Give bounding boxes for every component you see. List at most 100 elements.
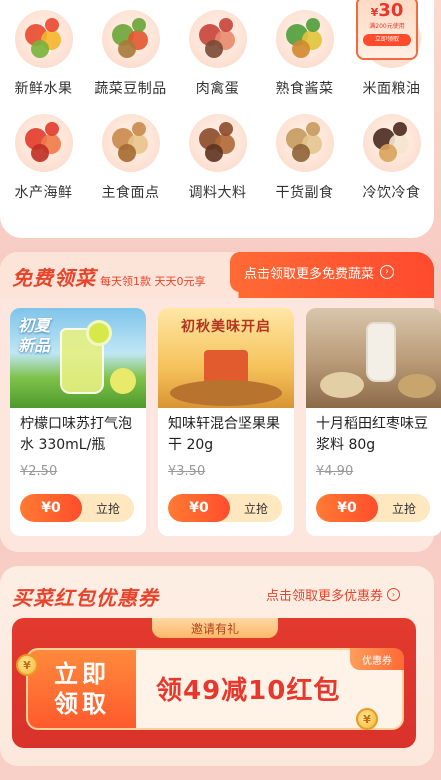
product-image: 初夏 新品	[10, 308, 146, 408]
icon-shape	[378, 144, 397, 162]
free-veg-more-link[interactable]: 点击领取更多免费蔬菜 ›	[230, 252, 434, 292]
coupon-badge: 优惠券	[350, 648, 404, 670]
bread-icon	[101, 114, 160, 172]
category-card: 新鲜水果 蔬菜豆制品 肉禽蛋 熟食酱菜 米面粮油水产海鲜 主食面点 调料大料 干货副食 冷饮冷食…	[0, 0, 434, 238]
category-label: 冷饮冷食	[362, 185, 421, 201]
icon-shape	[117, 40, 136, 58]
grab-label: 立抢	[391, 501, 416, 516]
spice-icon	[188, 114, 247, 172]
free-veg-subtitle: 每天领1款 天天0元享	[100, 275, 206, 288]
chevron-right-icon: ›	[387, 588, 401, 601]
icon-shape	[44, 122, 59, 136]
lemon-slice-shape	[86, 320, 112, 346]
free-veg-more-label: 点击领取更多免费蔬菜	[244, 266, 375, 282]
product-card[interactable]: 初秋美味开启知味轩混合坚果果干 20g ¥3.50 ¥0 立抢	[158, 308, 294, 536]
icon-shape	[305, 18, 320, 32]
claim-line-1: 立即	[54, 660, 110, 688]
icon-shape	[392, 122, 407, 136]
category-item[interactable]: 调料大料	[174, 114, 261, 202]
category-label: 调料大料	[188, 185, 247, 201]
product-image	[306, 308, 441, 408]
category-label: 肉禽蛋	[195, 81, 240, 97]
icon-shape	[305, 122, 320, 136]
vegetable-icon	[101, 10, 160, 68]
lemon-shape	[110, 368, 136, 394]
category-item[interactable]: 水产海鲜	[0, 114, 87, 202]
category-item[interactable]: 新鲜水果	[0, 10, 87, 98]
deli-icon	[275, 10, 334, 68]
category-label: 新鲜水果	[14, 81, 73, 97]
product-name: 知味轩混合坚果果干 20g	[168, 416, 280, 453]
icon-shape	[30, 40, 49, 58]
meat-icon	[188, 10, 247, 68]
icon-shape	[204, 144, 223, 162]
corner-coupon[interactable]: ¥30 满200元使用 立即领取	[356, 0, 418, 60]
original-price: ¥2.50	[20, 464, 58, 479]
product-card[interactable]: 初夏 新品柠檬口味苏打气泡水 330mL/瓶 ¥2.50 ¥0 立抢	[10, 308, 146, 536]
red-packet-offer: 领49减10红包	[156, 676, 341, 706]
bean-bowl-shape	[320, 372, 364, 398]
corner-coupon-condition: 满200元使用	[369, 23, 405, 30]
dry-goods-icon	[275, 114, 334, 172]
corner-coupon-button[interactable]: 立即领取	[363, 34, 411, 46]
coin-icon: ¥	[356, 708, 378, 730]
category-label: 主食面点	[101, 185, 160, 201]
chevron-right-icon: ›	[380, 265, 395, 279]
free-veg-title: 免费领菜	[12, 266, 96, 290]
icon-shape	[291, 40, 310, 58]
red-packet-more-label: 点击领取更多优惠券	[266, 589, 384, 604]
category-label: 干货副食	[275, 185, 334, 201]
icon-shape	[218, 122, 233, 136]
claim-line-2: 领取	[54, 690, 110, 718]
product-name: 柠檬口味苏打气泡水 330mL/瓶	[20, 416, 132, 453]
red-packet-box: 邀请有礼 立即 领取 领49减10红包 优惠券 ¥ ¥	[12, 618, 416, 748]
icon-shape	[30, 144, 49, 162]
bean-bowl-shape	[398, 374, 436, 398]
category-item[interactable]: 冷饮冷食	[348, 114, 435, 202]
sale-price: ¥0	[20, 494, 82, 522]
original-price: ¥3.50	[168, 464, 206, 479]
red-packet-panel: 买菜红包优惠券 点击领取更多优惠券 › 邀请有礼 立即 领取 领49减10红包 …	[0, 566, 434, 766]
red-packet-coupon[interactable]: 立即 领取 领49减10红包 优惠券	[26, 648, 404, 730]
claim-now-button[interactable]: 立即 领取	[28, 650, 136, 728]
category-label: 熟食酱菜	[275, 81, 334, 97]
category-item[interactable]: 主食面点	[87, 114, 174, 202]
product-row: 初夏 新品 柠檬口味苏打气泡水 330mL/瓶 ¥2.50 ¥0 立抢 初秋美味开启 知味轩…	[10, 308, 441, 536]
free-veg-panel: 免费领菜 每天领1款 天天0元享 点击领取更多免费蔬菜 › 初夏 新品柠檬口味苏…	[0, 252, 441, 552]
icon-shape	[44, 18, 59, 32]
icon-shape	[204, 40, 223, 58]
product-name: 十月稻田红枣味豆浆料 80g	[316, 416, 428, 453]
red-packet-title: 买菜红包优惠券	[12, 586, 159, 610]
product-image: 初秋美味开启	[158, 308, 294, 408]
ice-cream-icon	[362, 114, 421, 172]
category-label: 水产海鲜	[14, 185, 73, 201]
corner-coupon-amount: ¥30	[370, 0, 404, 21]
category-item[interactable]: 干货副食	[261, 114, 348, 202]
nut-pile-shape	[170, 380, 282, 406]
product-image-caption: 初夏 新品	[18, 316, 51, 355]
seafood-icon	[14, 114, 73, 172]
red-packet-more-link[interactable]: 点击领取更多优惠券 ›	[266, 585, 401, 604]
coin-icon: ¥	[16, 654, 38, 676]
sale-price: ¥0	[316, 494, 378, 522]
icon-shape	[291, 144, 310, 162]
icon-shape	[117, 144, 136, 162]
category-label: 蔬菜豆制品	[94, 81, 167, 97]
fruit-icon	[14, 10, 73, 68]
category-item[interactable]: 蔬菜豆制品	[87, 10, 174, 98]
sale-price: ¥0	[168, 494, 230, 522]
milk-jar-shape	[366, 322, 396, 382]
grab-button[interactable]: ¥0 立抢	[20, 494, 134, 522]
product-image-caption: 初秋美味开启	[181, 319, 271, 335]
original-price: ¥4.90	[316, 464, 354, 479]
category-label: 米面粮油	[362, 81, 421, 97]
icon-shape	[218, 18, 233, 32]
category-item[interactable]: 肉禽蛋	[174, 10, 261, 98]
grab-button[interactable]: ¥0 立抢	[316, 494, 430, 522]
product-card[interactable]: 十月稻田红枣味豆浆料 80g ¥4.90 ¥0 立抢	[306, 308, 441, 536]
category-item[interactable]: 熟食酱菜	[261, 10, 348, 98]
invite-ribbon[interactable]: 邀请有礼	[152, 618, 278, 638]
icon-shape	[131, 122, 146, 136]
grab-button[interactable]: ¥0 立抢	[168, 494, 282, 522]
grab-label: 立抢	[95, 501, 120, 516]
